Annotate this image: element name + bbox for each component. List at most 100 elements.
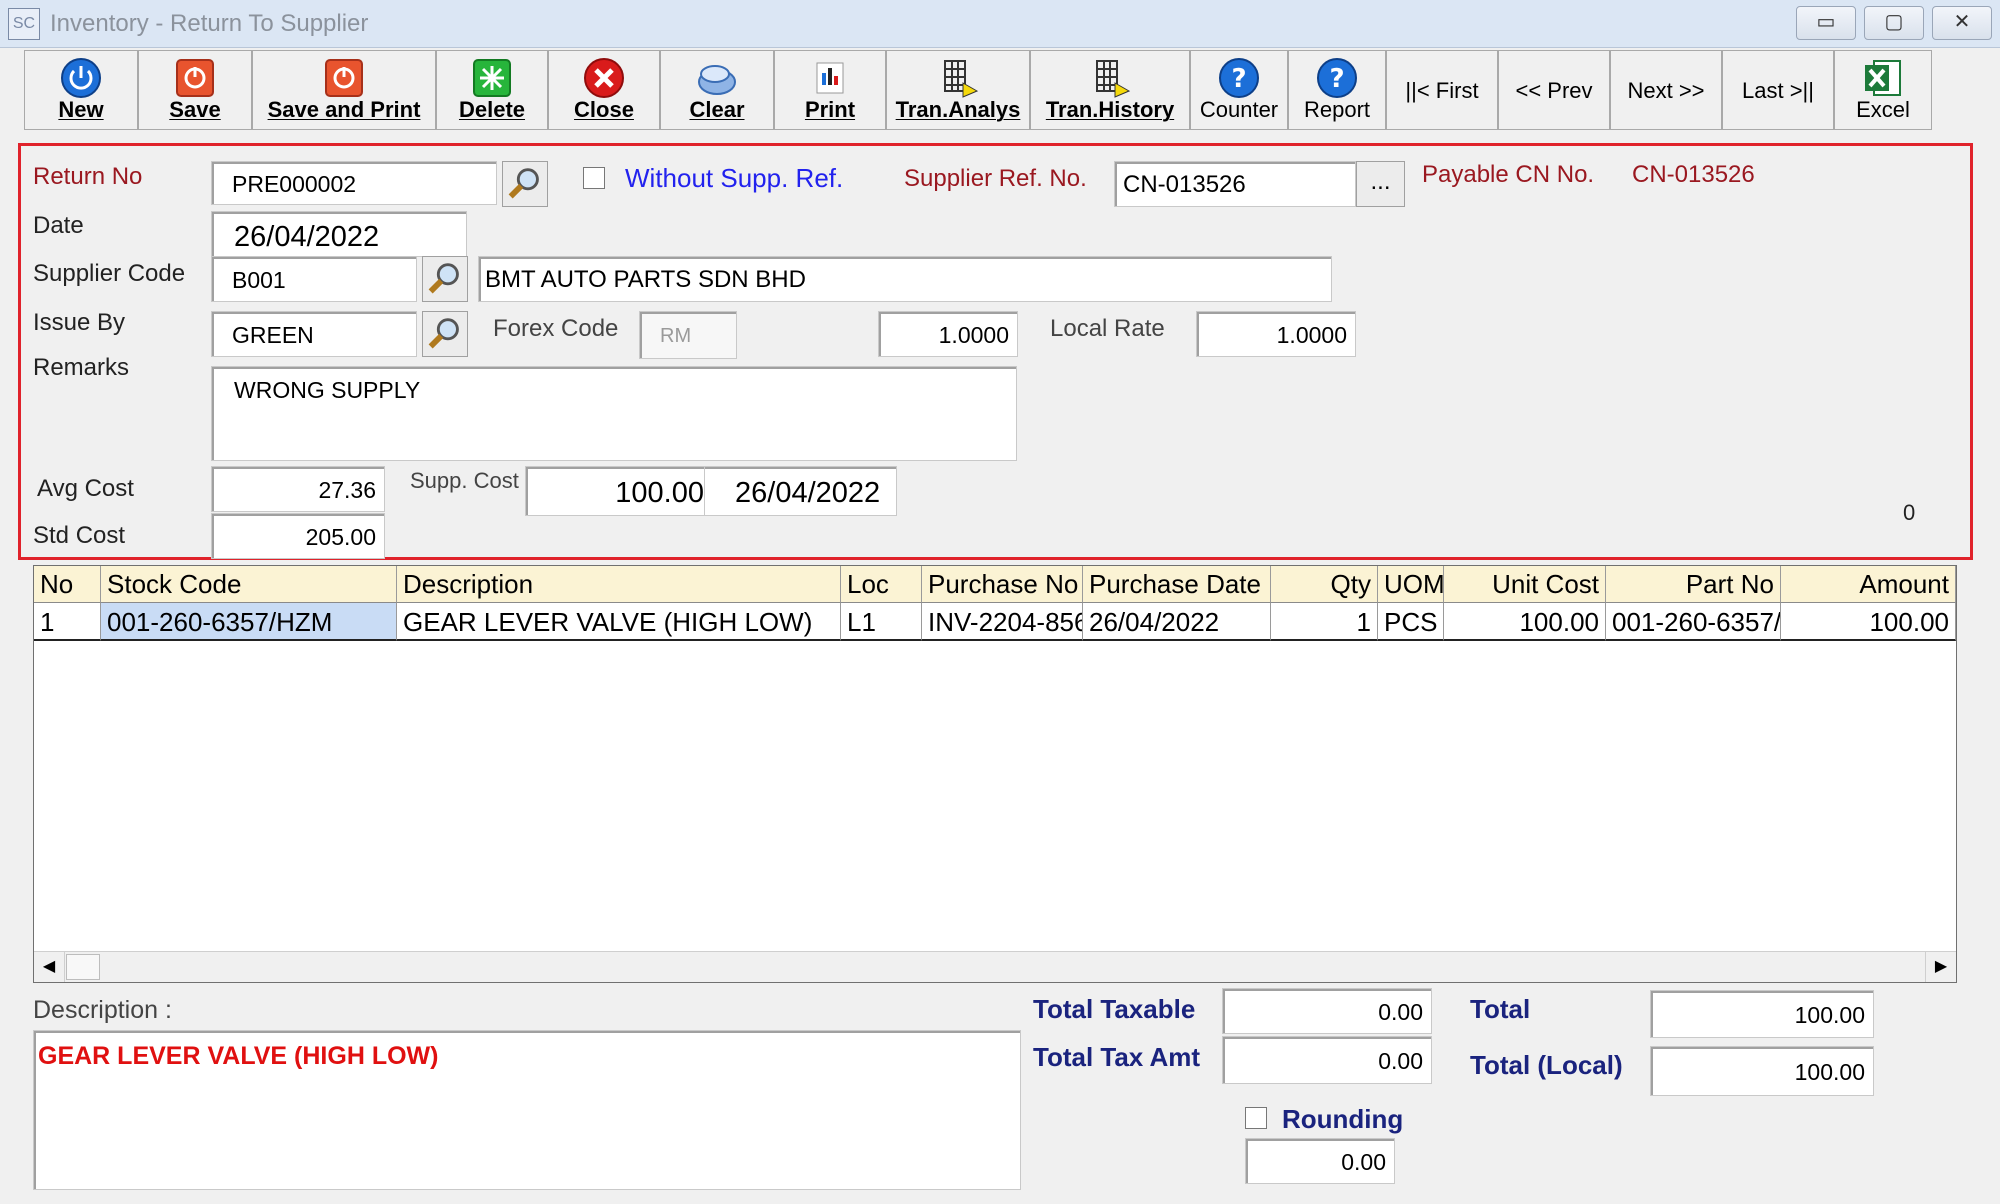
save-button[interactable]: Save	[138, 50, 252, 130]
column-header-unit-cost[interactable]: Unit Cost	[1444, 566, 1606, 603]
first-label: ||< First	[1405, 78, 1479, 103]
help-icon: ?	[1219, 58, 1259, 98]
save-and-print-label: Save and Print	[267, 97, 421, 122]
table-cell-part-no[interactable]: 001-260-6357/HZM	[1606, 603, 1781, 641]
tran-history-label: Tran.History	[1045, 97, 1175, 122]
local-rate-field[interactable]: 1.0000	[1196, 311, 1356, 357]
table-cell-unit-cost[interactable]: 100.00	[1444, 603, 1606, 641]
tran-history-button[interactable]: Tran.History	[1030, 50, 1190, 130]
close-button[interactable]: Close	[548, 50, 660, 130]
total-taxable-label: Total Taxable	[1033, 994, 1196, 1024]
rounding-checkbox[interactable]	[1245, 1107, 1267, 1129]
table-cell-uom[interactable]: PCS	[1378, 603, 1444, 641]
scroll-left-button[interactable]: ◀	[34, 952, 65, 982]
total-local-field: 100.00	[1650, 1046, 1874, 1096]
column-header-part-no[interactable]: Part No	[1606, 566, 1781, 603]
local-rate-label: Local Rate	[1050, 315, 1165, 342]
remarks-textarea[interactable]: WRONG SUPPLY	[211, 366, 1017, 461]
window-close-button[interactable]: ✕	[1932, 6, 1992, 40]
delete-label: Delete	[458, 97, 526, 122]
without-supp-ref-label: Without Supp. Ref.	[625, 163, 844, 193]
column-header-uom[interactable]: UOM	[1378, 566, 1444, 603]
description-textarea[interactable]: GEAR LEVER VALVE (HIGH LOW)	[33, 1030, 1021, 1190]
excel-icon	[1865, 60, 1901, 96]
clear-button[interactable]: Clear	[660, 50, 774, 130]
std-cost-field: 205.00	[211, 513, 385, 559]
items-grid[interactable]: No Stock Code Description Loc Purchase N…	[33, 565, 1957, 983]
scroll-right-button[interactable]: ▶	[1925, 952, 1956, 982]
remarks-label: Remarks	[33, 354, 130, 381]
supp-cost-label: Supp. Cost	[410, 468, 519, 493]
issue-by-field[interactable]: GREEN	[211, 311, 417, 357]
table-cell-purchase-date[interactable]: 26/04/2022	[1083, 603, 1271, 641]
rounding-field[interactable]: 0.00	[1245, 1138, 1395, 1184]
magnifier-icon	[428, 318, 459, 349]
supplier-code-lookup-button[interactable]	[422, 256, 468, 302]
total-label: Total	[1470, 994, 1531, 1024]
return-no-field[interactable]: PRE000002	[211, 161, 497, 205]
column-header-purchase-no[interactable]: Purchase No	[922, 566, 1083, 603]
last-button[interactable]: Last >||	[1722, 50, 1834, 130]
avg-cost-field: 27.36	[211, 466, 385, 512]
minimize-button[interactable]: ▭	[1796, 6, 1856, 40]
table-cell-qty[interactable]: 1	[1271, 603, 1378, 641]
std-cost-label: Std Cost	[33, 522, 126, 549]
date-field[interactable]: 26/04/2022	[211, 211, 467, 257]
table-cell-stock-code[interactable]: 001-260-6357/HZM	[101, 603, 397, 641]
column-header-no[interactable]: No	[34, 566, 101, 603]
delete-icon	[473, 59, 511, 97]
return-no-label: Return No	[33, 163, 143, 190]
table-cell-no[interactable]: 1	[34, 603, 101, 641]
total-local-label: Total (Local)	[1470, 1050, 1623, 1080]
payable-cn-label: Payable CN No.	[1422, 161, 1595, 188]
column-header-stock-code[interactable]: Stock Code	[101, 566, 397, 603]
excel-button[interactable]: Excel	[1834, 50, 1932, 130]
supplier-name-field[interactable]: BMT AUTO PARTS SDN BHD	[478, 256, 1332, 302]
column-header-purchase-date[interactable]: Purchase Date	[1083, 566, 1271, 603]
eraser-icon	[698, 65, 736, 95]
return-no-lookup-button[interactable]	[502, 161, 548, 207]
avg-cost-label: Avg Cost	[37, 475, 134, 502]
power-icon	[61, 58, 101, 98]
total-field: 100.00	[1650, 990, 1874, 1038]
first-button[interactable]: ||< First	[1386, 50, 1498, 130]
table-cell-loc[interactable]: L1	[841, 603, 922, 641]
new-label: New	[58, 97, 104, 122]
issue-by-lookup-button[interactable]	[422, 311, 468, 357]
toolbar: New Save Save and Print Delete Close Cle…	[6, 50, 1994, 132]
column-header-qty[interactable]: Qty	[1271, 566, 1378, 603]
save-and-print-button[interactable]: Save and Print	[252, 50, 436, 130]
maximize-button[interactable]: ▢	[1864, 6, 1924, 40]
report-button[interactable]: ? Report	[1288, 50, 1386, 130]
tran-analys-button[interactable]: Tran.Analys	[886, 50, 1030, 130]
rounding-label: Rounding	[1282, 1104, 1404, 1134]
window-title: Inventory - Return To Supplier	[50, 10, 369, 37]
print-button[interactable]: Print	[774, 50, 886, 130]
save-print-icon	[325, 59, 363, 97]
horizontal-scrollbar[interactable]: ◀ ▶	[34, 951, 1956, 982]
next-button[interactable]: Next >>	[1610, 50, 1722, 130]
table-cell-description[interactable]: GEAR LEVER VALVE (HIGH LOW)	[397, 603, 841, 641]
supplier-ref-browse-button[interactable]: ...	[1356, 161, 1405, 207]
counter-button[interactable]: ? Counter	[1190, 50, 1288, 130]
supplier-ref-field[interactable]: CN-013526	[1114, 161, 1356, 207]
table-cell-purchase-no[interactable]: INV-2204-856	[922, 603, 1083, 641]
new-button[interactable]: New	[24, 50, 138, 130]
without-supp-ref-checkbox[interactable]	[583, 167, 605, 189]
column-header-amount[interactable]: Amount	[1781, 566, 1956, 603]
column-header-description[interactable]: Description	[397, 566, 841, 603]
forex-code-field[interactable]: RM	[639, 311, 737, 359]
total-tax-amt-field: 0.00	[1222, 1036, 1432, 1084]
report-label: Report	[1303, 97, 1371, 122]
supp-cost-field: 100.00	[525, 466, 705, 516]
scrollbar-thumb[interactable]	[66, 954, 100, 980]
column-header-loc[interactable]: Loc	[841, 566, 922, 603]
delete-button[interactable]: Delete	[436, 50, 548, 130]
forex-rate-field[interactable]: 1.0000	[878, 311, 1018, 357]
supplier-code-field[interactable]: B001	[211, 256, 417, 302]
table-cell-amount[interactable]: 100.00	[1781, 603, 1956, 641]
prev-button[interactable]: << Prev	[1498, 50, 1610, 130]
total-taxable-field: 0.00	[1222, 988, 1432, 1034]
description-label: Description :	[33, 996, 172, 1024]
excel-label: Excel	[1856, 97, 1910, 122]
